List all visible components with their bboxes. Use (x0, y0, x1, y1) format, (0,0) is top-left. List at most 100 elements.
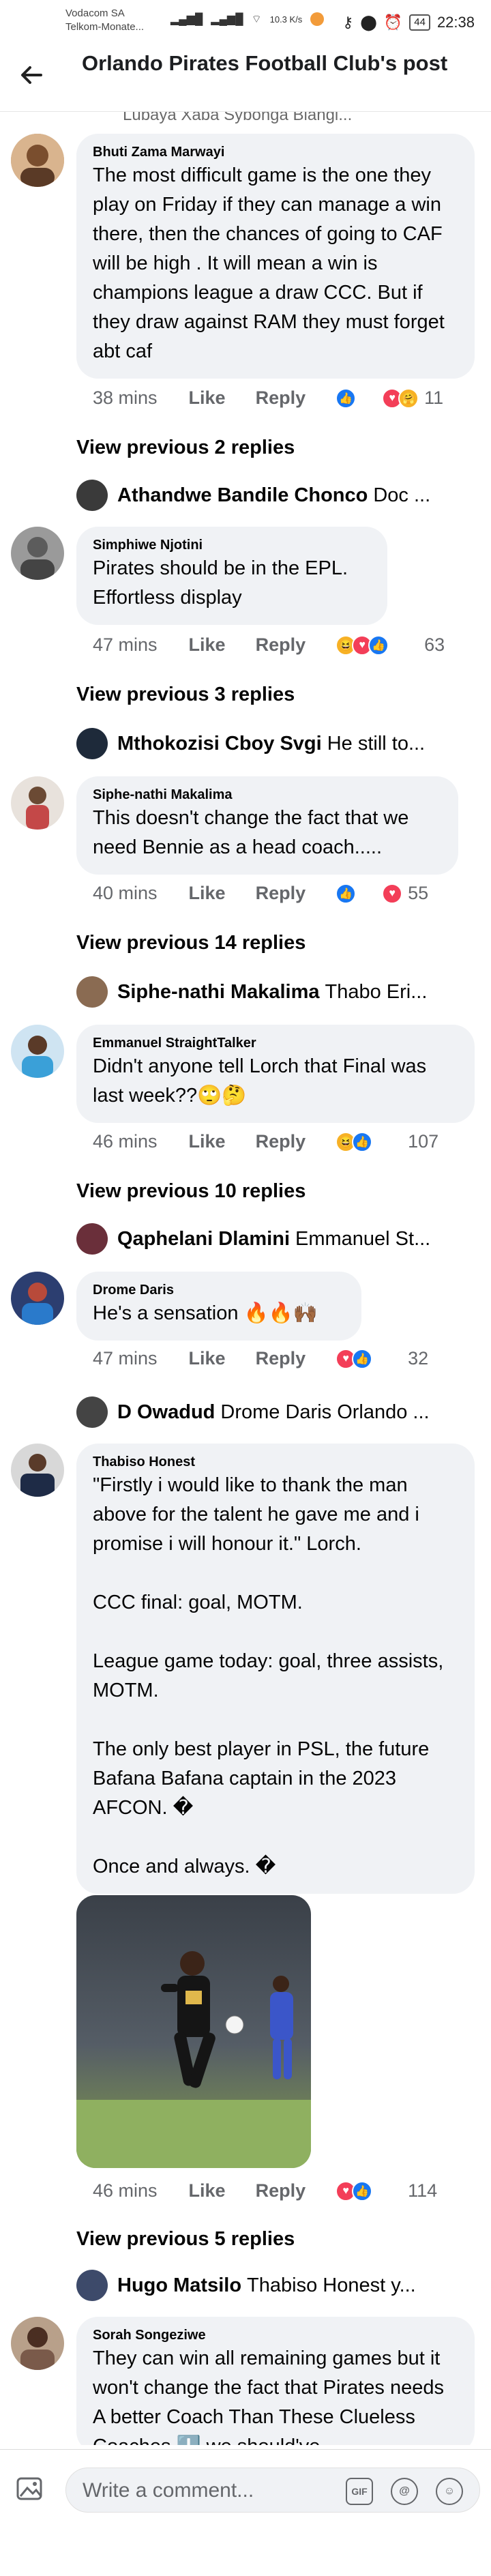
reply-text: Drome Daris Orlando ... (220, 1401, 430, 1423)
like-reaction-icon: 👍 (352, 1348, 373, 1369)
comment-author[interactable]: Thabiso Honest (93, 1453, 458, 1471)
like-reaction-icon: 👍 (368, 634, 389, 656)
avatar[interactable] (11, 134, 64, 187)
network-speed: 10.3 K/s (269, 14, 303, 25)
reply-preview[interactable]: Hugo Matsilo Thabiso Honest y... (76, 2265, 472, 2306)
reply-preview[interactable]: Siphe-nathi Makalima Thabo Eri... (76, 971, 472, 1012)
gif-icon[interactable]: GIF (346, 2478, 373, 2505)
like-button[interactable]: Like (189, 2180, 226, 2201)
carrier-info: Vodacom SA Telkom-Monate... (65, 7, 144, 34)
post-header: Orlando Pirates Football Club's post (0, 44, 491, 112)
reply-button[interactable]: Reply (256, 883, 306, 904)
avatar (76, 976, 108, 1008)
avatar[interactable] (11, 527, 64, 580)
reply-button[interactable]: Reply (256, 387, 306, 409)
view-previous-replies[interactable]: View previous 5 replies (76, 2228, 295, 2251)
comment-photo[interactable] (76, 1895, 311, 2168)
comment-text: Didn't anyone tell Lorch that Final was … (93, 1055, 427, 1107)
reply-text: Thabo Eri... (325, 980, 428, 1003)
reply-text: He still to... (327, 732, 426, 755)
battery-icon: 44 (409, 14, 430, 31)
reactions[interactable]: 😆 ♥ 👍 (336, 634, 419, 656)
reply-author: Hugo Matsilo (117, 2274, 242, 2296)
reactions[interactable]: 👍 ♥ (336, 883, 403, 904)
view-previous-replies[interactable]: View previous 10 replies (76, 1180, 306, 1203)
reply-text: Doc ... (373, 484, 431, 506)
love-reaction-icon: ♥ (382, 883, 403, 904)
comment-bubble: Thabiso Honest "Firstly i would like to … (76, 1444, 475, 1894)
reply-preview[interactable]: D Owadud Drome Daris Orlando ... (76, 1392, 472, 1433)
reply-preview[interactable]: Mthokozisi Cboy Svgi He still to... (76, 723, 472, 764)
clock: 22:38 (436, 14, 475, 31)
reactions[interactable]: ♥ 👍 (336, 1348, 402, 1369)
avatar[interactable] (11, 1025, 64, 1078)
emoji-icon[interactable]: ☺ (436, 2478, 463, 2505)
comment-time: 38 mins (93, 387, 158, 408)
comment-author[interactable]: Siphe-nathi Makalima (93, 786, 442, 804)
status-right: ⚷ ⬤ ⏰ 44 22:38 (342, 14, 475, 31)
avatar[interactable] (11, 1444, 64, 1497)
back-arrow-icon[interactable] (18, 61, 45, 89)
avatar (76, 480, 108, 511)
comment-text: He's a sensation 🔥🔥🙌🏾 (93, 1302, 318, 1324)
comment-actions: 47 mins Like Reply ♥ 👍 32 (93, 1348, 428, 1369)
comment-bubble: Bhuti Zama Marwayi The most difficult ga… (76, 134, 475, 379)
like-button[interactable]: Like (189, 883, 226, 904)
comment-time: 47 mins (93, 634, 158, 655)
like-reaction-icon: 👍 (352, 1131, 373, 1152)
comment-author[interactable]: Sorah Songeziwe (93, 2326, 458, 2344)
comment-bubble: Sorah Songeziwe They can win all remaini… (76, 2317, 475, 2453)
signal-icon: ▂▄▆█ (170, 14, 203, 25)
reaction-count: 55 (408, 883, 429, 903)
reactions[interactable]: 😆 👍 (336, 1131, 402, 1152)
view-previous-replies[interactable]: View previous 2 replies (76, 437, 295, 459)
view-previous-replies[interactable]: View previous 3 replies (76, 684, 295, 706)
avatar[interactable] (11, 776, 64, 830)
comment-bubble: Siphe-nathi Makalima This doesn't change… (76, 776, 458, 875)
reply-author: Athandwe Bandile Chonco (117, 484, 368, 506)
reply-button[interactable]: Reply (256, 1131, 306, 1152)
comment-author[interactable]: Emmanuel StraightTalker (93, 1034, 458, 1052)
comment-bubble: Drome Daris He's a sensation 🔥🔥🙌🏾 (76, 1272, 361, 1341)
reaction-count: 63 (424, 634, 445, 655)
comment-bubble: Emmanuel StraightTalker Didn't anyone te… (76, 1025, 475, 1123)
comment-bubble: Simphiwe Njotini Pirates should be in th… (76, 527, 387, 625)
reply-text: Emmanuel St... (295, 1227, 431, 1250)
reply-preview[interactable]: Athandwe Bandile Chonco Doc ... (76, 475, 472, 516)
view-previous-replies[interactable]: View previous 14 replies (76, 932, 306, 954)
carrier-name: Vodacom SA (65, 8, 125, 19)
wifi-icon: ⌔ (251, 14, 262, 25)
reactions[interactable]: ♥ 👍 (336, 2180, 402, 2201)
like-button[interactable]: Like (189, 1348, 226, 1369)
key-icon: ⚷ (342, 14, 354, 31)
like-button[interactable]: Like (189, 387, 226, 409)
reactions[interactable]: 👍 ♥ 🤗 (336, 387, 419, 409)
alarm-icon: ⏰ (383, 14, 403, 31)
comment-author[interactable]: Drome Daris (93, 1281, 345, 1299)
reply-button[interactable]: Reply (256, 1348, 306, 1369)
comment-actions: 46 mins Like Reply 😆 👍 107 (93, 1131, 438, 1152)
like-button[interactable]: Like (189, 634, 226, 656)
reply-author: D Owadud (117, 1401, 215, 1423)
avatar (76, 2270, 108, 2301)
reply-author: Siphe-nathi Makalima (117, 980, 320, 1003)
like-reaction-icon: 👍 (336, 387, 357, 409)
comment-author[interactable]: Simphiwe Njotini (93, 536, 371, 554)
like-button[interactable]: Like (189, 1131, 226, 1152)
gallery-icon[interactable] (15, 2473, 46, 2504)
at-mention-icon[interactable]: @ (391, 2478, 418, 2505)
comment-composer: Write a comment... GIF @ ☺ (0, 2449, 491, 2576)
reaction-count: 11 (424, 387, 444, 408)
comment-author[interactable]: Bhuti Zama Marwayi (93, 143, 458, 161)
comment-actions: 47 mins Like Reply 😆 ♥ 👍 63 (93, 634, 445, 656)
avatar[interactable] (11, 2317, 64, 2370)
reaction-count: 114 (408, 2180, 438, 2201)
comment-text: Pirates should be in the EPL. Effortless… (93, 557, 348, 609)
comment-text: This doesn't change the fact that we nee… (93, 807, 409, 858)
avatar[interactable] (11, 1272, 64, 1325)
comment-input[interactable]: Write a comment... GIF @ ☺ (65, 2468, 480, 2513)
comment-placeholder: Write a comment... (83, 2479, 254, 2502)
reply-button[interactable]: Reply (256, 634, 306, 656)
reply-preview[interactable]: Qaphelani Dlamini Emmanuel St... (76, 1218, 472, 1259)
reply-button[interactable]: Reply (256, 2180, 306, 2201)
